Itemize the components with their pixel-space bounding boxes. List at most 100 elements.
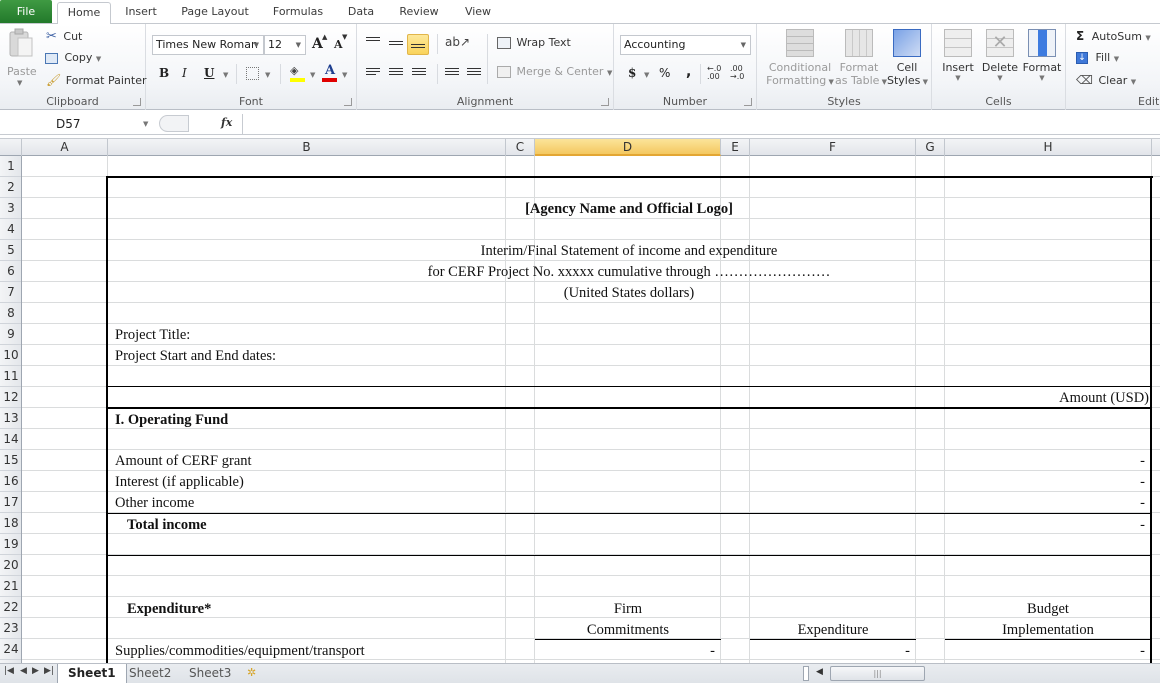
align-top-button[interactable] — [366, 37, 380, 47]
last-sheet-button[interactable]: ▶| — [44, 666, 54, 676]
row-header[interactable]: 9 — [0, 324, 21, 345]
row-header[interactable]: 20 — [0, 555, 21, 576]
column-header-e[interactable]: E — [721, 139, 750, 156]
row-header[interactable]: 13 — [0, 408, 21, 429]
row-header[interactable]: 16 — [0, 471, 21, 492]
tab-page-layout[interactable]: Page Layout — [176, 2, 254, 24]
row-header[interactable]: 15 — [0, 450, 21, 471]
row-header[interactable]: 10 — [0, 345, 21, 366]
clipboard-launcher-icon[interactable] — [133, 98, 141, 106]
next-sheet-button[interactable]: ▶ — [32, 666, 39, 676]
column-header-f[interactable]: F — [750, 139, 916, 156]
insert-sheet-icon[interactable]: ✲ — [247, 666, 256, 679]
fill-color-button[interactable]: ◈ — [290, 64, 306, 82]
horizontal-scrollbar[interactable]: ◀ ||| — [803, 666, 1160, 682]
underline-button[interactable]: U — [204, 66, 214, 80]
scroll-left-button[interactable]: ◀ — [816, 667, 823, 677]
percent-button[interactable]: % — [659, 66, 670, 80]
row-header[interactable]: 24 — [0, 639, 21, 660]
align-right-button[interactable] — [412, 68, 426, 78]
increase-decimal-button[interactable]: ←.0.00 — [707, 65, 727, 81]
copy-button[interactable]: Copy ▼ — [45, 51, 101, 64]
row-header[interactable]: 3 — [0, 198, 21, 219]
orientation-button[interactable]: ab↗ — [445, 35, 470, 49]
row-header[interactable]: 12 — [0, 387, 21, 408]
row-header[interactable]: 22 — [0, 597, 21, 618]
cut-button[interactable]: ✂ Cut — [46, 29, 82, 44]
column-header-d[interactable]: D — [535, 139, 721, 156]
underline-dropdown-icon[interactable]: ▼ — [223, 71, 228, 79]
insert-function-button[interactable]: fx — [221, 116, 232, 129]
tab-file[interactable]: File — [0, 0, 52, 23]
wrap-text-button[interactable]: Wrap Text — [497, 36, 571, 49]
column-header-h[interactable]: H — [945, 139, 1152, 156]
conditional-formatting-button[interactable]: Conditional Formatting ▼ — [763, 29, 837, 93]
name-box[interactable]: D57 ▼ — [0, 113, 155, 135]
fill-color-dropdown-icon[interactable]: ▼ — [310, 71, 315, 79]
increase-indent-button[interactable] — [467, 68, 481, 78]
sheet-tab-sheet2[interactable]: Sheet2 — [119, 664, 181, 683]
row-header[interactable]: 11 — [0, 366, 21, 387]
column-header-a[interactable]: A — [22, 139, 108, 156]
row-header[interactable]: 6 — [0, 261, 21, 282]
font-size-select[interactable]: 12 ▼ — [264, 35, 306, 55]
row-header[interactable]: 21 — [0, 576, 21, 597]
currency-dropdown-icon[interactable]: ▼ — [644, 71, 649, 79]
first-sheet-button[interactable]: |◀ — [4, 666, 14, 676]
column-header-g[interactable]: G — [916, 139, 945, 156]
prev-sheet-button[interactable]: ◀ — [20, 666, 27, 676]
align-middle-button[interactable] — [389, 41, 403, 51]
row-header[interactable]: 8 — [0, 303, 21, 324]
bold-button[interactable]: B — [159, 66, 169, 80]
number-launcher-icon[interactable] — [744, 98, 752, 106]
insert-cells-button[interactable]: Insert ▼ — [938, 29, 978, 93]
delete-cells-button[interactable]: ✕ Delete ▼ — [980, 29, 1020, 93]
row-header[interactable]: 17 — [0, 492, 21, 513]
tab-review[interactable]: Review — [393, 2, 445, 24]
row-header[interactable]: 7 — [0, 282, 21, 303]
worksheet-grid[interactable]: [Agency Name and Official Logo] Interim/… — [22, 156, 1160, 663]
row-header[interactable]: 5 — [0, 240, 21, 261]
clear-button[interactable]: ⌫ Clear ▼ — [1076, 73, 1136, 87]
tab-view[interactable]: View — [457, 2, 499, 24]
row-header[interactable]: 2 — [0, 177, 21, 198]
row-header[interactable]: 4 — [0, 219, 21, 240]
sheet-tab-sheet3[interactable]: Sheet3 — [179, 664, 241, 683]
currency-button[interactable]: $ — [628, 66, 636, 80]
sheet-tab-sheet1[interactable]: Sheet1 — [57, 664, 127, 683]
tab-split-handle[interactable] — [803, 666, 809, 681]
name-box-dropdown-icon[interactable]: ▼ — [143, 113, 148, 135]
row-header[interactable]: 14 — [0, 429, 21, 450]
select-all-button[interactable] — [0, 139, 22, 156]
tab-data[interactable]: Data — [340, 2, 382, 24]
row-header[interactable]: 23 — [0, 618, 21, 639]
alignment-launcher-icon[interactable] — [601, 98, 609, 106]
column-header-c[interactable]: C — [506, 139, 535, 156]
comma-style-button[interactable]: , — [686, 64, 691, 80]
borders-button[interactable] — [246, 67, 259, 80]
number-format-select[interactable]: Accounting ▼ — [620, 35, 751, 55]
font-name-select[interactable]: Times New Roman ▼ — [152, 35, 264, 55]
tab-home[interactable]: Home — [57, 2, 111, 25]
decrease-decimal-button[interactable]: .00 →.0 — [730, 65, 750, 81]
scrollbar-thumb[interactable]: ||| — [830, 666, 925, 681]
column-header-b[interactable]: B — [108, 139, 506, 156]
merge-center-button[interactable]: Merge & Center ▼ — [497, 65, 612, 78]
format-as-table-button[interactable]: Format as Table ▼ — [835, 29, 887, 93]
paste-button[interactable]: Paste ▼ — [6, 28, 37, 87]
font-color-button[interactable]: A — [322, 63, 338, 82]
formula-input[interactable] — [244, 113, 1160, 135]
format-painter-button[interactable]: 🖌 Format Painter — [46, 73, 147, 87]
row-header[interactable]: 19 — [0, 534, 21, 555]
align-bottom-button[interactable] — [407, 34, 429, 55]
format-cells-button[interactable]: Format ▼ — [1022, 29, 1062, 93]
font-color-dropdown-icon[interactable]: ▼ — [342, 71, 347, 79]
row-header[interactable]: 1 — [0, 156, 21, 177]
decrease-indent-button[interactable] — [445, 68, 459, 78]
formula-splitter-handle[interactable] — [159, 115, 189, 132]
cell-styles-button[interactable]: Cell Styles ▼ — [887, 29, 928, 93]
italic-button[interactable]: I — [182, 66, 187, 80]
autosum-button[interactable]: Σ AutoSum ▼ — [1076, 29, 1151, 43]
tab-formulas[interactable]: Formulas — [266, 2, 330, 24]
borders-dropdown-icon[interactable]: ▼ — [265, 71, 270, 79]
